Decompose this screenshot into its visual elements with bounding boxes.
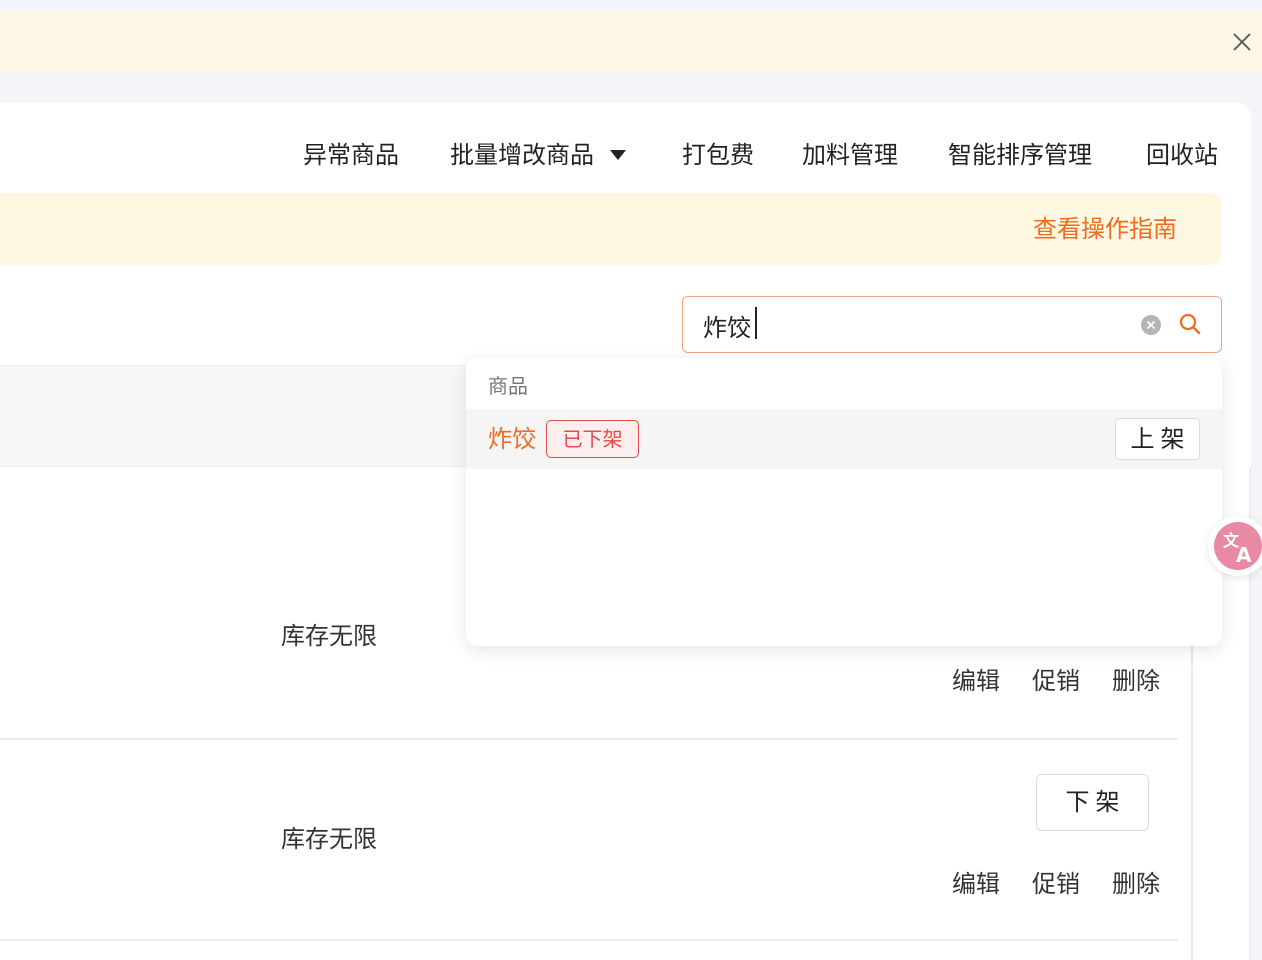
tab-recycle-bin[interactable]: 回收站 xyxy=(1146,137,1218,173)
chevron-down-icon xyxy=(610,150,626,160)
translate-button[interactable]: 文 A xyxy=(1208,516,1262,576)
search-suggestions-dropdown: 商品 炸饺 已下架 上架 xyxy=(466,358,1222,646)
edit-button[interactable]: 编辑 xyxy=(952,866,1000,902)
row-divider xyxy=(0,738,1178,740)
svg-text:A: A xyxy=(1236,543,1252,567)
search-icon[interactable] xyxy=(1178,312,1202,336)
product-name: 炸饺 xyxy=(488,425,536,453)
tab-smart-sort-management[interactable]: 智能排序管理 xyxy=(948,137,1092,173)
search-box[interactable] xyxy=(682,296,1222,353)
edit-button[interactable]: 编辑 xyxy=(952,663,1000,699)
put-on-shelf-button[interactable]: 上架 xyxy=(1115,418,1200,460)
stock-label: 库存无限 xyxy=(281,825,377,853)
suggestion-item[interactable]: 炸饺 已下架 上架 xyxy=(466,409,1222,469)
text-cursor xyxy=(755,307,757,339)
take-off-shelf-button[interactable]: 下架 xyxy=(1036,774,1149,831)
promotion-button[interactable]: 促销 xyxy=(1032,663,1080,699)
tab-abnormal-products[interactable]: 异常商品 xyxy=(303,137,399,173)
guide-link[interactable]: 查看操作指南 xyxy=(1033,211,1177,247)
clear-icon[interactable] xyxy=(1140,314,1162,336)
status-badge: 已下架 xyxy=(546,420,639,458)
tab-batch-edit-products[interactable]: 批量增改商品 xyxy=(450,137,626,173)
delete-button[interactable]: 删除 xyxy=(1112,866,1160,902)
row-divider xyxy=(0,939,1178,941)
tab-packaging-fee[interactable]: 打包费 xyxy=(682,137,754,173)
promotion-button[interactable]: 促销 xyxy=(1032,866,1080,902)
section-title: 商品 xyxy=(488,374,528,398)
tab-batch-edit-label: 批量增改商品 xyxy=(450,141,594,169)
tab-addon-management[interactable]: 加料管理 xyxy=(802,137,898,173)
top-banner xyxy=(0,11,1262,73)
translate-icon: 文 A xyxy=(1214,522,1262,570)
tab-bar: 异常商品 批量增改商品 打包费 加料管理 智能排序管理 回收站 xyxy=(0,137,1230,177)
stock-label: 库存无限 xyxy=(281,622,377,650)
search-input[interactable] xyxy=(703,307,1123,343)
delete-button[interactable]: 删除 xyxy=(1112,663,1160,699)
close-icon[interactable] xyxy=(1230,30,1254,54)
notice-bar: 查看操作指南 xyxy=(0,193,1221,265)
